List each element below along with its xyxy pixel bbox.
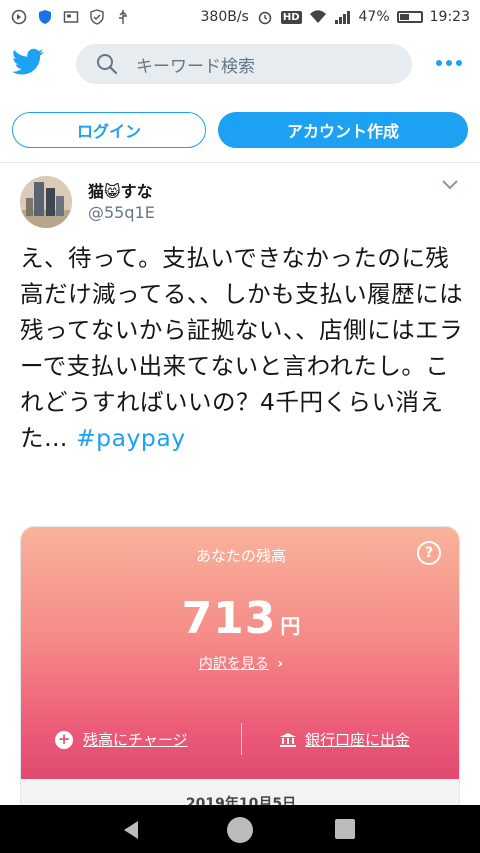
balance-card: あなたの残高 ? 713 円 内訳を見る › + 残高にチャージ 銀行口座に出金: [21, 527, 459, 779]
create-account-button[interactable]: アカウント作成: [218, 112, 468, 148]
twitter-bird-icon[interactable]: [12, 48, 44, 76]
help-icon: ?: [417, 541, 441, 565]
shield-icon: [36, 8, 54, 26]
search-input[interactable]: キーワード検索: [136, 52, 255, 77]
signal-icon: [334, 8, 352, 26]
search-bar[interactable]: キーワード検索: [76, 44, 412, 84]
battery-icon: [396, 11, 423, 23]
status-bar: 380B/s HD 47% 19:23: [0, 0, 480, 34]
hd-badge: HD: [280, 10, 302, 24]
more-options-icon[interactable]: [436, 60, 462, 66]
dot: [436, 60, 442, 66]
news-icon: [62, 8, 80, 26]
breakdown-label: 内訳を見る: [198, 656, 269, 672]
tweet-text: え、待って。支払いできなかったのに残高だけ減ってる、、しかも支払い履歴には残って…: [20, 244, 464, 452]
divider: [0, 162, 480, 163]
login-button[interactable]: ログイン: [12, 112, 206, 148]
recent-apps-icon[interactable]: [335, 819, 355, 839]
avatar-image: [20, 176, 72, 228]
wifi-icon: [309, 8, 327, 26]
usb-icon: [114, 8, 132, 26]
network-speed: 380B/s: [200, 9, 249, 25]
home-icon[interactable]: [227, 817, 253, 843]
battery-percent: 47%: [358, 9, 390, 25]
alarm-icon: [256, 8, 274, 26]
system-nav-bar: [0, 805, 480, 853]
tweet-author-handle[interactable]: @55q1E: [88, 203, 155, 222]
bank-icon: [280, 732, 296, 747]
charge-action: + 残高にチャージ: [55, 729, 188, 750]
clock: 19:23: [429, 9, 470, 25]
status-bar-left: [10, 8, 132, 26]
breakdown-link: 内訳を見る ›: [21, 653, 459, 673]
currency-unit: 円: [280, 614, 301, 638]
balance-amount: 713 円: [21, 593, 459, 644]
withdraw-label: 銀行口座に出金: [305, 731, 411, 749]
search-icon: [97, 54, 118, 75]
tweet-body: え、待って。支払いできなかったのに残高だけ減ってる、、しかも支払い履歴には残って…: [20, 240, 472, 456]
plus-circle-icon: +: [55, 730, 73, 749]
status-bar-right: 380B/s HD 47% 19:23: [201, 8, 471, 26]
balance-label: あなたの残高: [195, 547, 286, 565]
chevron-right-icon: ›: [277, 656, 284, 672]
dot: [446, 60, 452, 66]
charge-label: 残高にチャージ: [83, 731, 188, 749]
vpn-icon: [10, 8, 28, 26]
check-shield-icon: [88, 8, 106, 26]
action-row: + 残高にチャージ 銀行口座に出金: [21, 717, 459, 761]
chevron-down-icon[interactable]: [440, 178, 460, 192]
tweet-author-name[interactable]: 猫😸すな: [88, 178, 153, 202]
action-separator: [241, 723, 242, 755]
tweet-image[interactable]: あなたの残高 ? 713円 内訳を見る › + 残高にチャージ 銀行口座に出金: [20, 526, 460, 826]
avatar[interactable]: [20, 176, 72, 228]
dot: [456, 60, 462, 66]
balance-value: 713: [181, 593, 277, 644]
back-icon[interactable]: [120, 819, 142, 841]
app-header: キーワード検索: [0, 34, 480, 98]
withdraw-action: 銀行口座に出金: [279, 729, 410, 750]
hashtag-link[interactable]: #paypay: [76, 424, 186, 452]
